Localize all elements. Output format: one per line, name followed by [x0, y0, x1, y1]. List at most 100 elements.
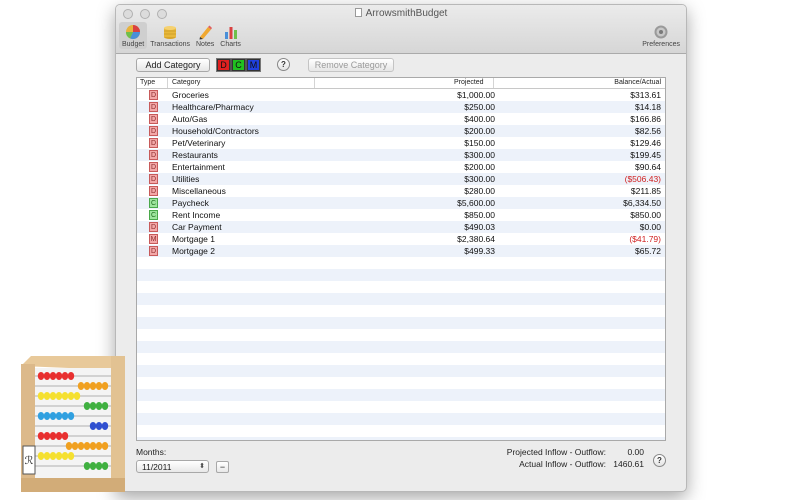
month-select-value: 11/2011 [142, 462, 172, 472]
abacus-bead [95, 402, 103, 410]
type-debit-button[interactable]: D [217, 59, 230, 71]
type-badge: D [149, 222, 158, 232]
add-category-button[interactable]: Add Category [136, 58, 210, 72]
category-name: Pet/Veterinary [172, 138, 226, 148]
abacus-bead [89, 462, 97, 470]
abacus-bead [37, 432, 45, 440]
abacus-bead [101, 382, 109, 390]
abacus-bead [83, 462, 91, 470]
category-name: Miscellaneous [172, 186, 226, 196]
abacus-bead [95, 442, 103, 450]
abacus-bead [101, 462, 109, 470]
toolbar-charts[interactable]: Charts [217, 22, 244, 49]
table-header: Type Category Projected Balance/Actual [137, 78, 665, 89]
budget-pie-icon [126, 25, 141, 40]
balance-value: $199.45 [630, 150, 661, 160]
category-name: Healthcare/Pharmacy [172, 102, 254, 112]
table-row[interactable]: D Pet/Veterinary $150.00 $129.46 [137, 137, 665, 149]
month-select[interactable]: 11/2011 ⬍ [136, 460, 209, 473]
category-name: Rent Income [172, 210, 221, 220]
months-label: Months: [136, 447, 167, 457]
abacus-bead [67, 372, 75, 380]
table-row[interactable]: D Healthcare/Pharmacy $250.00 $14.18 [137, 101, 665, 113]
type-badge: D [149, 126, 158, 136]
type-badge: D [149, 114, 158, 124]
table-row[interactable]: D Mortgage 2 $499.33 $65.72 [137, 245, 665, 257]
category-name: Paycheck [172, 198, 209, 208]
category-name: Household/Contractors [172, 126, 259, 136]
abacus-bead [101, 422, 109, 430]
abacus-bead [77, 442, 85, 450]
category-type-selector: D C M [216, 58, 261, 72]
abacus-bead [37, 392, 45, 400]
abacus-app-icon: ℛ [21, 356, 125, 492]
projected-value: $200.00 [464, 126, 495, 136]
toolbar-notes[interactable]: Notes [193, 22, 217, 49]
toolbar-preferences[interactable]: Preferences [642, 24, 680, 48]
balance-value: $313.61 [630, 90, 661, 100]
balance-value: $166.86 [630, 114, 661, 124]
abacus-bead [43, 372, 51, 380]
projected-value: $250.00 [464, 102, 495, 112]
balance-value: $65.72 [635, 246, 661, 256]
balance-value: ($506.43) [624, 174, 661, 184]
type-badge: D [149, 162, 158, 172]
category-name: Auto/Gas [172, 114, 208, 124]
toolbar-budget[interactable]: Budget [119, 22, 148, 49]
actual-flow-label: Actual Inflow - Outflow: [519, 459, 606, 469]
remove-month-button[interactable]: − [216, 461, 229, 473]
footer-help-button[interactable]: ? [653, 454, 666, 467]
table-row[interactable]: D Car Payment $490.03 $0.00 [137, 221, 665, 233]
table-row[interactable]: D Miscellaneous $280.00 $211.85 [137, 185, 665, 197]
balance-value: $82.56 [635, 126, 661, 136]
gear-icon [654, 25, 668, 39]
projected-value: $850.00 [464, 210, 495, 220]
projected-flow-label: Projected Inflow - Outflow: [506, 447, 606, 457]
category-name: Mortgage 1 [172, 234, 215, 244]
table-row[interactable]: D Restaurants $300.00 $199.45 [137, 149, 665, 161]
stepper-arrows-icon: ⬍ [199, 463, 205, 470]
projected-value: $490.03 [464, 222, 495, 232]
type-mortgage-button[interactable]: M [247, 59, 260, 71]
window-title-text: ArrowsmithBudget [365, 8, 448, 19]
balance-value: $90.64 [635, 162, 661, 172]
toolbar: Budget Transactions Notes Charts [119, 22, 244, 49]
abacus-bead [61, 412, 69, 420]
table-row[interactable]: D Household/Contractors $200.00 $82.56 [137, 125, 665, 137]
header-type[interactable]: Type [140, 79, 155, 86]
app-window: ArrowsmithBudget Budget Transactions Not… [115, 4, 687, 492]
table-row[interactable]: C Rent Income $850.00 $850.00 [137, 209, 665, 221]
remove-category-button[interactable]: Remove Category [308, 58, 394, 72]
toolbar-budget-label: Budget [122, 41, 145, 48]
table-row[interactable]: M Mortgage 1 $2,380.64 ($41.79) [137, 233, 665, 245]
table-row[interactable]: D Entertainment $200.00 $90.64 [137, 161, 665, 173]
toolbar-transactions-label: Transactions [150, 41, 190, 48]
type-badge: D [149, 246, 158, 256]
abacus-bead [43, 452, 51, 460]
footer: Months: 11/2011 ⬍ − Projected Inflow - Ou… [136, 446, 666, 486]
coins-icon [164, 26, 177, 39]
help-button[interactable]: ? [277, 58, 290, 71]
abacus-bead [77, 382, 85, 390]
projected-value: $1,000.00 [457, 90, 495, 100]
toolbar-transactions[interactable]: Transactions [147, 22, 193, 49]
header-category[interactable]: Category [172, 79, 200, 86]
table-row[interactable]: D Utilities $300.00 ($506.43) [137, 173, 665, 185]
abacus-bead [55, 412, 63, 420]
category-name: Groceries [172, 90, 209, 100]
abacus-bead [83, 442, 91, 450]
table-row[interactable]: C Paycheck $5,600.00 $6,334.50 [137, 197, 665, 209]
abacus-bead [67, 452, 75, 460]
balance-value: $211.85 [630, 186, 661, 196]
abacus-bead [101, 402, 109, 410]
preferences-label: Preferences [642, 41, 680, 48]
abacus-bead [49, 452, 57, 460]
header-projected[interactable]: Projected [454, 79, 484, 86]
type-credit-button[interactable]: C [232, 59, 245, 71]
header-balance[interactable]: Balance/Actual [614, 79, 661, 86]
table-row[interactable]: D Auto/Gas $400.00 $166.86 [137, 113, 665, 125]
abacus-bead [49, 372, 57, 380]
projected-value: $499.33 [464, 246, 495, 256]
table-row[interactable]: D Groceries $1,000.00 $313.61 [137, 89, 665, 101]
abacus-bead [89, 402, 97, 410]
